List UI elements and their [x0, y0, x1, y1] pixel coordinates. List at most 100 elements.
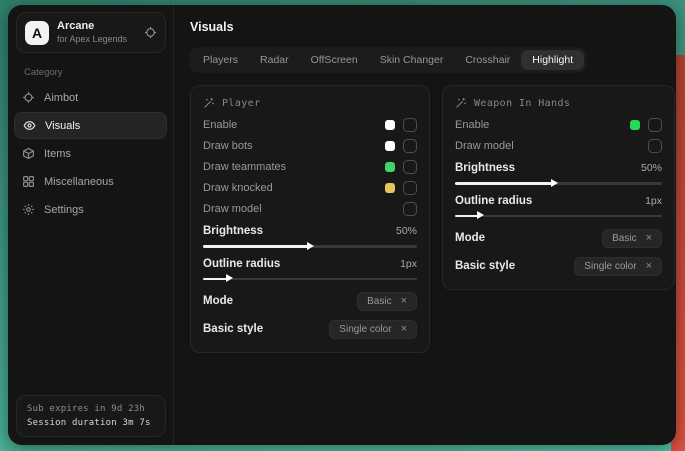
slider-row-outline-radius: Outline radius 1px	[455, 193, 662, 218]
slider-track[interactable]	[455, 182, 662, 185]
color-swatch[interactable]	[385, 162, 395, 172]
tab-offscreen[interactable]: OffScreen	[300, 50, 369, 70]
color-swatch[interactable]	[630, 120, 640, 130]
slider-thumb[interactable]	[226, 274, 233, 282]
sidebar-item-settings[interactable]: Settings	[14, 196, 167, 223]
slider-value: 1px	[400, 258, 417, 270]
toggle-row-enable: Enable	[455, 114, 662, 135]
panel-title: Weapon In Hands	[474, 98, 570, 109]
slider-fill	[455, 182, 554, 185]
panel-player: Player Enable Draw bots Draw teammates Draw …	[190, 85, 430, 353]
sidebar-nav: Aimbot Visuals Items Miscellaneous Settings	[8, 84, 173, 223]
slider-thumb[interactable]	[307, 242, 314, 250]
sidebar-item-label: Miscellaneous	[44, 176, 114, 188]
app-name: Arcane	[57, 20, 136, 33]
color-swatch[interactable]	[385, 120, 395, 130]
toggle-label: Draw teammates	[203, 161, 286, 173]
items-cube-icon	[22, 147, 35, 160]
slider-label: Brightness	[455, 162, 515, 174]
chip-label: Single color	[339, 324, 391, 335]
chip-row-mode: ModeBasic×	[203, 288, 417, 314]
toggle-label: Draw knocked	[203, 182, 273, 194]
main-content: Visuals PlayersRadarOffScreenSkin Change…	[174, 5, 676, 445]
slider-fill	[203, 245, 310, 248]
chip-remove-icon[interactable]: ×	[401, 296, 407, 306]
toggle-controls	[648, 139, 662, 153]
checkbox[interactable]	[403, 118, 417, 132]
target-icon[interactable]	[144, 26, 157, 39]
toggle-label: Enable	[455, 119, 489, 131]
slider-thumb[interactable]	[551, 179, 558, 187]
toggle-label: Draw model	[203, 203, 262, 215]
chip-remove-icon[interactable]: ×	[401, 324, 407, 334]
sidebar-item-items[interactable]: Items	[14, 140, 167, 167]
chip-label: Basic	[367, 296, 391, 307]
toggle-row-enable: Enable	[203, 114, 417, 135]
panel-title: Player	[222, 98, 261, 109]
color-swatch[interactable]	[385, 141, 395, 151]
checkbox[interactable]	[648, 139, 662, 153]
chip-single-color[interactable]: Single color ×	[329, 320, 417, 339]
toggle-label: Draw bots	[203, 140, 253, 152]
chip-row-label: Mode	[455, 232, 485, 244]
chip-row-basic-style: Basic style Single color ×	[203, 316, 417, 342]
panel-header: Player	[203, 97, 417, 109]
chip-remove-icon[interactable]: ×	[646, 261, 652, 271]
checkbox[interactable]	[403, 181, 417, 195]
sub-expires-text: Sub expires in 9d 23h	[27, 404, 155, 414]
chip-remove-icon[interactable]: ×	[646, 233, 652, 243]
sidebar-item-aimbot[interactable]: Aimbot	[14, 84, 167, 111]
sidebar: A Arcane for Apex Legends Category Aimbo…	[8, 5, 174, 445]
slider-track[interactable]	[455, 215, 662, 218]
chip-row-label: Basic style	[455, 260, 515, 272]
slider-thumb[interactable]	[477, 211, 484, 219]
slider-track[interactable]	[203, 278, 417, 281]
slider-track[interactable]	[203, 245, 417, 248]
slider-value: 50%	[396, 225, 417, 237]
checkbox[interactable]	[403, 202, 417, 216]
aimbot-crosshair-icon	[22, 91, 35, 104]
chip-label: Single color	[584, 261, 636, 272]
color-swatch[interactable]	[385, 183, 395, 193]
sidebar-item-label: Visuals	[45, 120, 80, 132]
chip-row-label: Basic style	[203, 323, 263, 335]
chip-label: Basic	[612, 233, 636, 244]
toggle-controls	[385, 160, 417, 174]
toggle-controls	[630, 118, 662, 132]
toggle-row-draw-model: Draw model	[203, 198, 417, 219]
tab-highlight[interactable]: Highlight	[521, 50, 584, 70]
tab-bar: PlayersRadarOffScreenSkin ChangerCrossha…	[190, 47, 586, 73]
tab-radar[interactable]: Radar	[249, 50, 300, 70]
category-label: Category	[24, 67, 173, 78]
tab-crosshair[interactable]: Crosshair	[454, 50, 521, 70]
slider-value: 1px	[645, 195, 662, 207]
sidebar-item-label: Settings	[44, 204, 84, 216]
slider-row-brightness: Brightness50%	[203, 223, 417, 248]
sidebar-item-visuals[interactable]: Visuals	[14, 112, 167, 139]
slider-row-brightness: Brightness 50%	[455, 160, 662, 185]
wand-icon	[455, 97, 467, 109]
cheat-menu-window: A Arcane for Apex Legends Category Aimbo…	[8, 5, 676, 445]
tab-skin-changer[interactable]: Skin Changer	[369, 50, 455, 70]
slider-value: 50%	[641, 162, 662, 174]
chip-basic[interactable]: Basic ×	[602, 229, 662, 248]
panel-weapon-in-hands: Weapon In Hands Enable Draw model Brightnes…	[442, 85, 675, 290]
checkbox[interactable]	[403, 160, 417, 174]
app-logo: A	[25, 21, 49, 45]
chip-single-color[interactable]: Single color ×	[574, 257, 662, 276]
slider-label: Outline radius	[455, 195, 532, 207]
checkbox[interactable]	[403, 139, 417, 153]
slider-row-outline-radius: Outline radius1px	[203, 256, 417, 281]
checkbox[interactable]	[648, 118, 662, 132]
sidebar-item-miscellaneous[interactable]: Miscellaneous	[14, 168, 167, 195]
toggle-row-draw-knocked: Draw knocked	[203, 177, 417, 198]
sidebar-item-label: Items	[44, 148, 71, 160]
tab-players[interactable]: Players	[192, 50, 249, 70]
toggle-label: Draw model	[455, 140, 514, 152]
toggle-row-draw-model: Draw model	[455, 135, 662, 156]
toggle-controls	[385, 139, 417, 153]
page-title: Visuals	[190, 20, 675, 34]
settings-gear-icon	[22, 203, 35, 216]
chip-basic[interactable]: Basic ×	[357, 292, 417, 311]
panel-header: Weapon In Hands	[455, 97, 662, 109]
